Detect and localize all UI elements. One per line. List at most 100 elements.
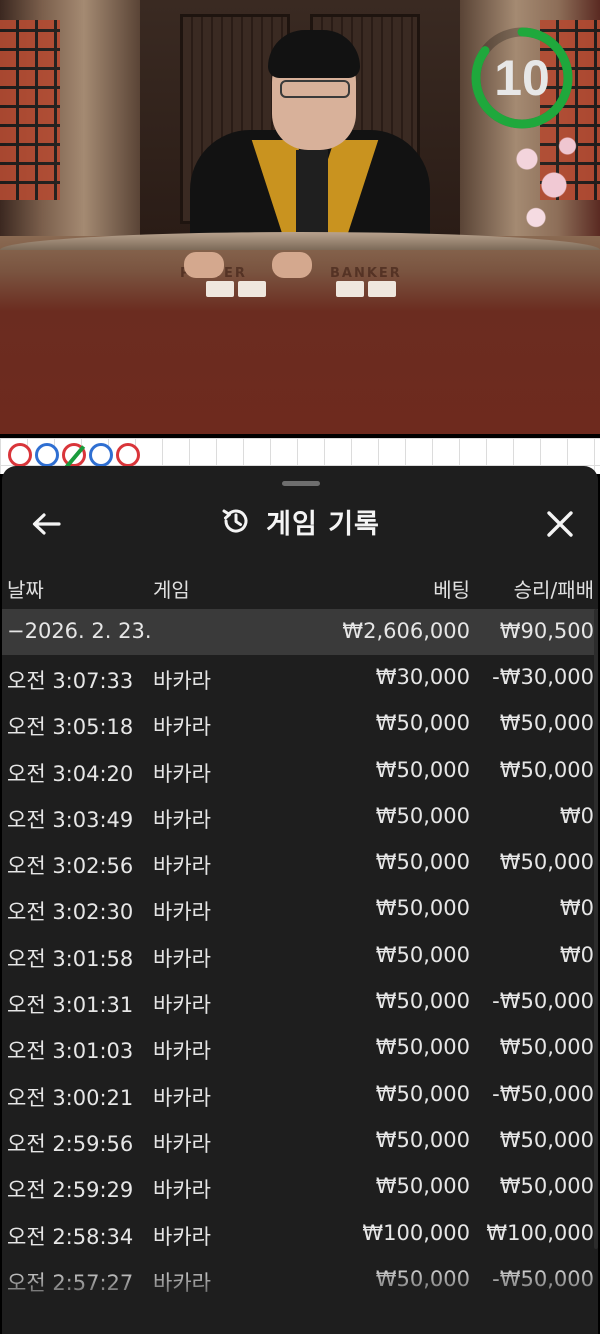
row-result: -₩50,000 (492, 989, 594, 1014)
banker-card-1 (336, 281, 364, 297)
summary-bet-total: ₩2,606,000 (342, 619, 470, 643)
table-row[interactable]: 오전 2:58:34 바카라 ₩100,000 ₩100,000 (2, 1211, 598, 1257)
row-bet: ₩50,000 (375, 803, 470, 828)
table-row[interactable]: 오전 2:59:56 바카라 ₩50,000 ₩50,000 (2, 1118, 598, 1164)
close-icon (547, 511, 573, 537)
dealer-hand-left (184, 252, 224, 278)
row-time: 오전 2:59:56 (7, 1131, 134, 1156)
row-game: 바카라 (153, 1039, 211, 1064)
table-row[interactable]: 오전 3:07:33 바카라 ₩30,000 -₩30,000 (2, 655, 598, 701)
row-bet: ₩50,000 (375, 850, 470, 875)
row-bet: ₩50,000 (375, 989, 470, 1014)
dealer-glasses (280, 80, 350, 98)
summary-result-total: ₩90,500 (499, 619, 594, 643)
dealer-shirt (296, 150, 328, 240)
column-game[interactable]: 게임 (153, 574, 190, 603)
date-summary-row[interactable]: −2026. 2. 23. ₩2,606,000 ₩90,500 (2, 609, 598, 655)
history-table: −2026. 2. 23. ₩2,606,000 ₩90,500 오전 3:07… (2, 609, 598, 1303)
table-row[interactable]: 오전 3:01:31 바카라 ₩50,000 -₩50,000 (2, 979, 598, 1025)
row-result: ₩0 (559, 896, 594, 921)
row-game: 바카라 (153, 854, 211, 879)
row-time: 오전 3:00:21 (7, 1085, 134, 1110)
player-card-1 (206, 281, 234, 297)
sheet-title: 게임 기록 (266, 508, 380, 540)
table-header: 날짜 게임 베팅 승리/패배 (2, 570, 598, 604)
bottom-fade (2, 1264, 598, 1334)
table-row[interactable]: 오전 3:02:56 바카라 ₩50,000 ₩50,000 (2, 840, 598, 886)
table-row[interactable]: 오전 3:04:20 바카라 ₩50,000 ₩50,000 (2, 748, 598, 794)
row-time: 오전 3:01:03 (7, 1039, 134, 1064)
row-bet: ₩50,000 (375, 942, 470, 967)
row-result: ₩50,000 (499, 757, 594, 782)
row-result: ₩0 (559, 803, 594, 828)
row-time: 오전 3:04:20 (7, 761, 134, 786)
row-game: 바카라 (153, 900, 211, 925)
row-game: 바카라 (153, 1131, 211, 1156)
row-result: -₩30,000 (492, 665, 594, 689)
row-game: 바카라 (153, 946, 211, 971)
dealer-hair (268, 30, 360, 78)
lattice-window-left (0, 20, 60, 200)
row-bet: ₩50,000 (375, 896, 470, 921)
row-game: 바카라 (153, 669, 211, 693)
row-result: ₩50,000 (499, 711, 594, 736)
row-result: ₩50,000 (499, 1127, 594, 1152)
row-result: ₩50,000 (499, 1174, 594, 1199)
row-bet: ₩50,000 (375, 711, 470, 736)
row-result: ₩100,000 (486, 1220, 594, 1245)
row-time: 오전 3:01:31 (7, 993, 134, 1018)
road-map-blue-circle (89, 443, 113, 467)
row-time: 오전 3:02:56 (7, 854, 134, 879)
road-map-red-circle (116, 443, 140, 467)
scrollbar[interactable] (594, 609, 598, 1249)
table-row[interactable]: 오전 3:01:03 바카라 ₩50,000 ₩50,000 (2, 1025, 598, 1071)
row-time: 오전 3:03:49 (7, 807, 134, 832)
table-row[interactable]: 오전 3:01:58 바카라 ₩50,000 ₩0 (2, 933, 598, 979)
row-time: 오전 2:58:34 (7, 1224, 134, 1249)
row-game: 바카라 (153, 1085, 211, 1110)
column-bet[interactable]: 베팅 (433, 574, 470, 603)
blossom-decoration (500, 120, 590, 250)
row-game: 바카라 (153, 1224, 211, 1249)
banker-card-2 (368, 281, 396, 297)
close-button[interactable] (540, 504, 580, 544)
arrow-left-icon (32, 513, 61, 535)
row-game: 바카라 (153, 1178, 211, 1203)
road-map-blue-circle (35, 443, 59, 467)
row-time: 오전 3:01:58 (7, 946, 134, 971)
dealer-hand-right (272, 252, 312, 278)
row-bet: ₩100,000 (362, 1220, 470, 1245)
sheet-drag-handle[interactable] (282, 481, 320, 486)
row-bet: ₩50,000 (375, 1127, 470, 1152)
row-time: 오전 3:05:18 (7, 715, 134, 740)
summary-date: −2026. 2. 23. (7, 619, 152, 643)
row-time: 오전 2:59:29 (7, 1178, 134, 1203)
live-video: PLAYER BANKER 10 (0, 0, 600, 434)
table-row[interactable]: 오전 2:59:29 바카라 ₩50,000 ₩50,000 (2, 1164, 598, 1210)
row-result: ₩0 (559, 942, 594, 967)
row-time: 오전 3:02:30 (7, 900, 134, 925)
sheet-header: 게임 기록 (2, 496, 598, 546)
row-result: ₩50,000 (499, 1035, 594, 1060)
column-date[interactable]: 날짜 (7, 574, 44, 603)
sheet-title-group: 게임 기록 (2, 496, 598, 546)
row-bet: ₩50,000 (375, 1081, 470, 1106)
banker-zone-label: BANKER (330, 266, 402, 281)
row-bet: ₩50,000 (375, 757, 470, 782)
row-result: ₩50,000 (499, 850, 594, 875)
back-button[interactable] (26, 504, 66, 544)
row-game: 바카라 (153, 807, 211, 832)
table-row[interactable]: 오전 3:00:21 바카라 ₩50,000 -₩50,000 (2, 1072, 598, 1118)
player-card-2 (238, 281, 266, 297)
table-row[interactable]: 오전 3:02:30 바카라 ₩50,000 ₩0 (2, 886, 598, 932)
table-row[interactable]: 오전 3:03:49 바카라 ₩50,000 ₩0 (2, 794, 598, 840)
row-game: 바카라 (153, 715, 211, 740)
countdown-timer: 10 (468, 24, 576, 132)
row-bet: ₩50,000 (375, 1174, 470, 1199)
game-history-sheet: 게임 기록 날짜 게임 베팅 승리/패배 −2026. 2. 23. ₩2,60… (2, 466, 598, 1334)
row-game: 바카라 (153, 993, 211, 1018)
history-icon (222, 509, 248, 533)
row-result: -₩50,000 (492, 1081, 594, 1106)
table-row[interactable]: 오전 3:05:18 바카라 ₩50,000 ₩50,000 (2, 701, 598, 747)
column-result[interactable]: 승리/패배 (514, 574, 594, 603)
